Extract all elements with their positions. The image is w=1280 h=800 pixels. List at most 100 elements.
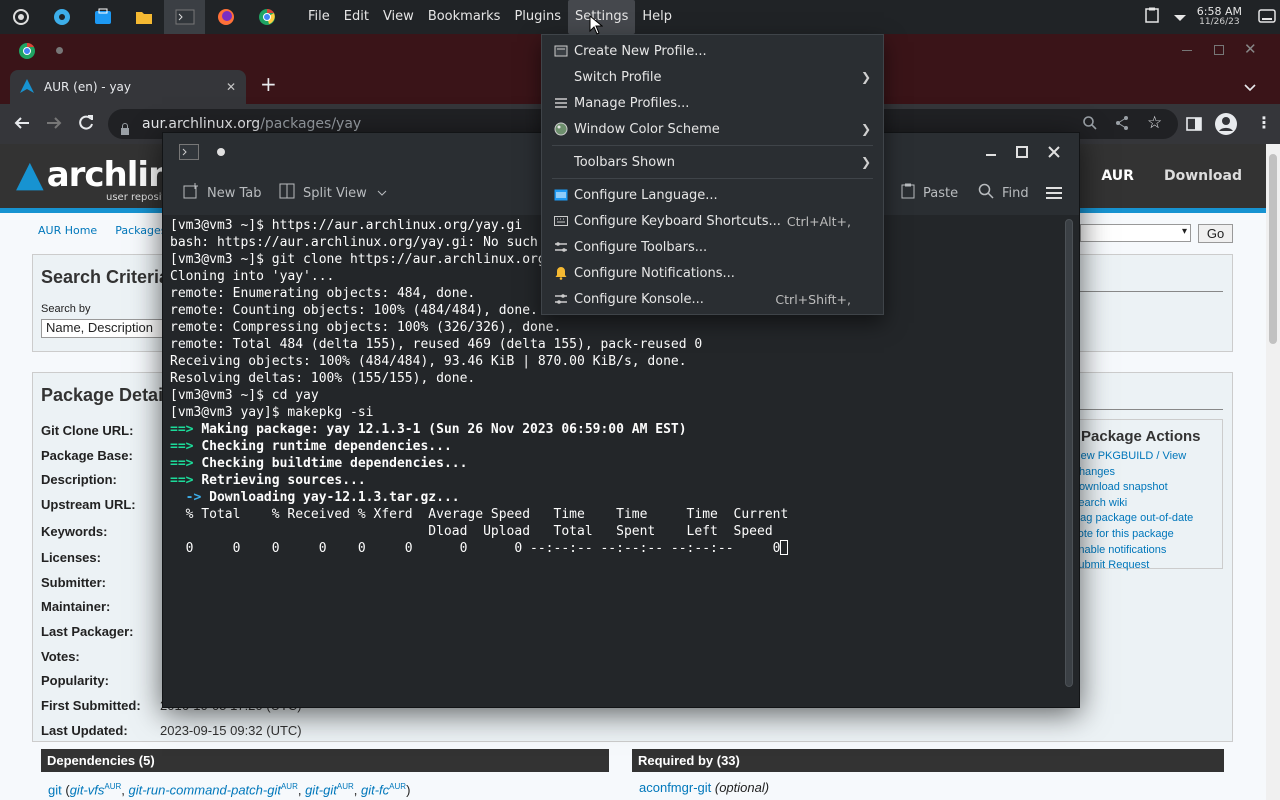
action-view-pkgbuild[interactable]: View PKGBUILD / View Changes xyxy=(1061,449,1222,480)
required-aconfmgr-git[interactable]: aconfmgr-git xyxy=(639,780,711,795)
new-tab-icon[interactable]: + xyxy=(260,72,277,96)
new-tab-button[interactable]: New Tab xyxy=(183,171,262,215)
arch-favicon-icon xyxy=(20,78,34,96)
terminal-download-line: -> Downloading yay-12.1.3.tar.gz... xyxy=(170,490,460,505)
menu-item-configure-keyboard-shortcuts[interactable]: Configure Keyboard Shortcuts... Ctrl+Alt… xyxy=(542,208,883,234)
browser-tab-aur[interactable]: AUR (en) - yay ✕ xyxy=(10,70,246,104)
back-icon[interactable] xyxy=(13,114,31,136)
crumb-packages[interactable]: Packages xyxy=(115,224,166,237)
search-select[interactable]: ▾ xyxy=(1080,224,1191,242)
action-search-wiki[interactable]: Search wiki xyxy=(1061,496,1222,512)
menu-bookmarks[interactable]: Bookmarks xyxy=(421,0,508,34)
show-desktop-icon[interactable] xyxy=(1258,8,1276,27)
search-by-select[interactable]: Name, Description xyxy=(41,319,181,338)
menu-view[interactable]: View xyxy=(376,0,421,34)
chrome-icon[interactable] xyxy=(246,0,287,34)
action-submit-request[interactable]: Submit Request xyxy=(1061,558,1222,574)
dep-git[interactable]: git xyxy=(48,782,62,797)
find-button[interactable]: Find xyxy=(978,171,1029,215)
crumb-aur-home[interactable]: AUR Home xyxy=(38,224,97,237)
action-download-snapshot[interactable]: Download snapshot xyxy=(1061,480,1222,496)
profile-avatar-icon[interactable] xyxy=(1214,112,1238,140)
menu-item-window-color-scheme[interactable]: Window Color Scheme ❯ xyxy=(542,116,883,142)
dep-git-vfs[interactable]: git-vfs xyxy=(70,782,105,797)
zoom-search-icon[interactable] xyxy=(1082,115,1098,135)
terminal-build-line: ==> Retrieving sources... xyxy=(170,473,366,488)
konsole-maximize-icon[interactable] xyxy=(1006,133,1038,171)
menu-item-manage-profiles[interactable]: Manage Profiles... xyxy=(542,90,883,116)
nav-download[interactable]: Download xyxy=(1164,168,1242,184)
dep-git-git[interactable]: git-git xyxy=(305,782,337,797)
paste-button[interactable]: Paste xyxy=(901,171,958,215)
field-git-clone-url: Git Clone URL: xyxy=(41,423,134,438)
tray-expand-icon[interactable] xyxy=(1173,8,1187,27)
curl-header-line: % Total % Received % Xferd Average Speed… xyxy=(170,507,789,522)
terminal-line: remote: Total 484 (delta 155), reused 46… xyxy=(170,337,703,352)
terminal-build-line: ==> Checking buildtime dependencies... xyxy=(170,456,468,471)
action-enable-notifications[interactable]: Enable notifications xyxy=(1061,543,1222,559)
file-manager-icon[interactable] xyxy=(123,0,164,34)
field-submitter: Submitter: xyxy=(41,575,106,590)
discover-store-icon[interactable] xyxy=(82,0,123,34)
action-vote[interactable]: Vote for this package xyxy=(1061,527,1222,543)
split-view-button[interactable]: Split View xyxy=(279,171,387,215)
menu-help[interactable]: Help xyxy=(635,0,679,34)
curl-progress-line: 0 0 0 0 0 0 0 0 --:--:-- --:--:-- --:--:… xyxy=(170,540,1059,557)
clipboard-icon[interactable] xyxy=(1145,7,1159,27)
launcher-icon[interactable] xyxy=(0,0,41,34)
submenu-arrow-icon: ❯ xyxy=(860,122,871,136)
menu-separator xyxy=(552,145,873,146)
firefox-icon[interactable] xyxy=(205,0,246,34)
tab-search-icon[interactable] xyxy=(1244,78,1256,97)
dep-git-fc[interactable]: git-fc xyxy=(361,782,389,797)
browser-close-icon[interactable]: ✕ xyxy=(1244,40,1257,58)
browser-minimize-icon[interactable] xyxy=(1182,50,1192,51)
tab-title: AUR (en) - yay xyxy=(44,80,132,94)
reload-icon[interactable] xyxy=(77,114,95,136)
submenu-arrow-icon: ❯ xyxy=(860,155,871,169)
bookmark-star-icon[interactable]: ☆ xyxy=(1147,113,1162,133)
action-flag-out-of-date[interactable]: Flag package out-of-date xyxy=(1061,511,1222,527)
package-details-title: Package Details xyxy=(41,385,179,405)
field-upstream-url: Upstream URL: xyxy=(41,497,136,512)
field-keywords: Keywords: xyxy=(41,524,108,539)
menu-item-configure-konsole[interactable]: Configure Konsole... Ctrl+Shift+, xyxy=(542,286,883,312)
nav-aur[interactable]: AUR xyxy=(1101,168,1134,184)
browser-menu-icon[interactable]: ⋮ xyxy=(1256,113,1272,132)
konsole-close-icon[interactable] xyxy=(1038,133,1070,171)
digital-clock[interactable]: 6:58 AM 11/26/23 xyxy=(1197,6,1242,28)
go-button[interactable]: Go xyxy=(1198,224,1233,243)
menu-item-configure-notifications[interactable]: Configure Notifications... xyxy=(542,260,883,286)
terminal-build-line: ==> Checking runtime dependencies... xyxy=(170,439,452,454)
field-package-base: Package Base: xyxy=(41,448,133,463)
page-scrollbar[interactable] xyxy=(1266,144,1280,800)
lock-icon[interactable] xyxy=(120,117,130,147)
last-updated-value: 2023-09-15 09:32 (UTC) xyxy=(160,723,302,738)
menu-item-configure-toolbars[interactable]: Configure Toolbars... xyxy=(542,234,883,260)
field-first-submitted: First Submitted: xyxy=(41,698,141,713)
dep-git-run-command-patch-git[interactable]: git-run-command-patch-git xyxy=(129,782,281,797)
page-scrollbar-thumb[interactable] xyxy=(1269,154,1277,344)
konsole-minimize-icon[interactable] xyxy=(975,133,1007,171)
paste-icon xyxy=(901,183,915,203)
system-settings-icon[interactable] xyxy=(41,0,82,34)
hamburger-menu-icon[interactable] xyxy=(1045,171,1063,215)
terminal-scrollbar[interactable] xyxy=(1065,219,1073,687)
menu-edit[interactable]: Edit xyxy=(337,0,376,34)
menu-item-configure-language[interactable]: Configure Language... xyxy=(542,182,883,208)
menu-plugins[interactable]: Plugins xyxy=(507,0,568,34)
menu-item-create-new-profile[interactable]: Create New Profile... xyxy=(542,38,883,64)
browser-maximize-icon[interactable] xyxy=(1214,45,1224,55)
field-popularity: Popularity: xyxy=(41,673,109,688)
split-view-chevron-icon xyxy=(377,186,387,201)
tab-close-icon[interactable]: ✕ xyxy=(226,80,236,94)
side-panel-icon[interactable] xyxy=(1186,116,1202,135)
konsole-taskbar-icon[interactable] xyxy=(164,0,205,34)
menu-item-switch-profile[interactable]: Switch Profile ❯ xyxy=(542,64,883,90)
menu-item-toolbars-shown[interactable]: Toolbars Shown ❯ xyxy=(542,149,883,175)
terminal-cursor xyxy=(780,540,789,555)
forward-icon[interactable] xyxy=(45,114,63,136)
menu-file[interactable]: File xyxy=(301,0,337,34)
language-icon xyxy=(554,188,568,202)
share-icon[interactable] xyxy=(1114,115,1130,135)
